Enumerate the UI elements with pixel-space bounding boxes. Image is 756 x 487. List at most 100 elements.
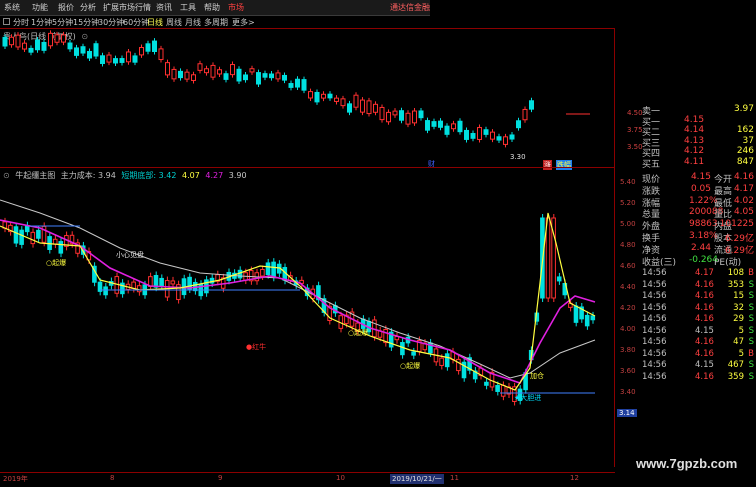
time-label: 8 xyxy=(110,474,115,482)
candle-body xyxy=(230,64,235,76)
stat-row: 净资 2.44 流通 6.29亿 xyxy=(615,243,756,256)
tab-15min[interactable]: 15分钟 xyxy=(73,17,99,28)
candle-body xyxy=(444,353,450,368)
trade-time: 14:56 xyxy=(642,291,667,301)
tab-5min[interactable]: 5分钟 xyxy=(52,17,73,28)
candle-body xyxy=(545,217,551,299)
square-icon[interactable] xyxy=(3,18,10,25)
bold-entry-signal: ★大胆进 xyxy=(514,394,542,402)
candle-body xyxy=(271,261,276,278)
trade-side: S xyxy=(748,291,754,301)
candle-body xyxy=(152,40,157,52)
trade-row: 14:56 4.16 32 S xyxy=(640,303,756,315)
candle-body xyxy=(262,73,268,78)
tab-monthly[interactable]: 月线 xyxy=(185,17,201,28)
candle-body xyxy=(100,55,105,64)
tab-weekly[interactable]: 周线 xyxy=(166,17,182,28)
candle-body xyxy=(210,64,216,78)
menu-bar: 系统 功能 报价 分析 扩展市场行情 资讯 工具 帮助 市场 通达信金融 xyxy=(0,0,430,16)
candle-body xyxy=(136,285,142,293)
menu-ext-market[interactable]: 扩展市场行情 xyxy=(103,2,151,13)
trade-row: 14:56 4.16 29 S xyxy=(640,314,756,326)
candle-body xyxy=(9,36,14,46)
candle-body xyxy=(243,74,248,81)
menu-analysis[interactable]: 分析 xyxy=(80,2,96,13)
menu-quote[interactable]: 报价 xyxy=(58,2,74,13)
candle-body xyxy=(265,262,271,276)
stat-label: PE(动) xyxy=(714,257,742,268)
candle-body xyxy=(153,274,159,288)
candle-body xyxy=(145,43,151,52)
candle-body xyxy=(425,120,430,131)
candle-body xyxy=(197,63,203,71)
time-label: 2019年 xyxy=(3,475,28,483)
trade-volume: 467 xyxy=(727,360,744,370)
candle-body xyxy=(275,72,281,80)
candle-body xyxy=(470,133,476,139)
trade-time: 14:56 xyxy=(642,279,667,290)
candle-body xyxy=(516,120,521,129)
candle-body xyxy=(573,305,579,323)
cursor-date: 2019/10/21/一 xyxy=(390,474,444,484)
menu-system[interactable]: 系统 xyxy=(4,2,20,13)
candle-body xyxy=(15,34,21,48)
candle-body xyxy=(590,315,596,321)
candle-body xyxy=(457,120,463,133)
trade-volume: 353 xyxy=(727,279,744,290)
trade-ticks: 14:56 4.17 108 B 14:56 4.16 353 S 14:56 4.16 15 S 14… xyxy=(640,268,756,468)
candle-body xyxy=(584,314,590,327)
trade-price: 4.16 xyxy=(695,314,714,324)
candle-body xyxy=(269,73,274,79)
candle-body xyxy=(451,123,456,130)
candle-body xyxy=(392,110,398,116)
menu-function[interactable]: 功能 xyxy=(32,2,48,13)
tab-multi-period[interactable]: 多周期 xyxy=(204,17,228,28)
trade-volume: 5 xyxy=(738,348,744,359)
stat-value: -0.264 xyxy=(689,254,719,265)
tab-daily[interactable]: 日线 xyxy=(147,17,163,28)
candle-body xyxy=(30,231,36,245)
order-book-row: 卖一 3.97 xyxy=(640,104,756,117)
candle-body xyxy=(139,47,144,56)
trade-volume: 32 xyxy=(733,302,744,313)
candle-body xyxy=(103,286,108,296)
tab-30min[interactable]: 30分钟 xyxy=(98,17,124,28)
buy-signal: ○起爆 xyxy=(348,329,369,337)
watermark: www.7gpzb.com xyxy=(636,456,738,471)
menu-market[interactable]: 市场 xyxy=(228,2,244,13)
trade-side: S xyxy=(748,337,754,347)
ma-line-long xyxy=(0,199,596,379)
tab-1min[interactable]: 1分钟 xyxy=(31,17,52,28)
candle-body xyxy=(334,97,339,102)
candle-body xyxy=(495,385,500,392)
upper-candles[interactable] xyxy=(0,29,615,168)
stat-row: 涨跌 0.05 最高 4.17 xyxy=(615,184,756,197)
time-label: 11 xyxy=(450,474,459,482)
order-book-row: 买五 4.11 847 xyxy=(640,157,756,170)
menu-help[interactable]: 帮助 xyxy=(204,2,220,13)
order-book-row: 买四 4.12 246 xyxy=(640,146,756,159)
lower-chart-panel: ⊙ 牛起缰主图 主力成本: 3.94 短期底部: 3.42 4.07 4.27 … xyxy=(0,167,637,468)
lower-candles[interactable] xyxy=(0,168,615,468)
candle-body xyxy=(58,241,64,254)
red-bull-signal: ●红牛 xyxy=(246,343,267,351)
tab-timeshare[interactable]: 分时 xyxy=(13,17,29,28)
menu-tools[interactable]: 工具 xyxy=(180,2,196,13)
candle-body xyxy=(444,125,450,135)
menu-info[interactable]: 资讯 xyxy=(156,2,172,13)
stat-value: 3.18% xyxy=(689,231,718,241)
candle-body xyxy=(522,108,528,121)
candle-body xyxy=(314,91,320,103)
trade-time: 14:56 xyxy=(642,348,667,359)
tab-60min[interactable]: 60分钟 xyxy=(123,17,149,28)
trade-price: 4.16 xyxy=(695,371,714,382)
stat-value: 4.16 xyxy=(733,172,754,182)
candle-body xyxy=(260,268,265,277)
candle-body xyxy=(529,100,534,110)
candle-body xyxy=(165,62,170,76)
candle-body xyxy=(484,381,489,386)
stat-value: 4.05 xyxy=(733,207,754,218)
ob-volume: 37 xyxy=(742,135,754,146)
candle-body xyxy=(223,73,229,80)
tab-more[interactable]: 更多> xyxy=(232,17,255,28)
